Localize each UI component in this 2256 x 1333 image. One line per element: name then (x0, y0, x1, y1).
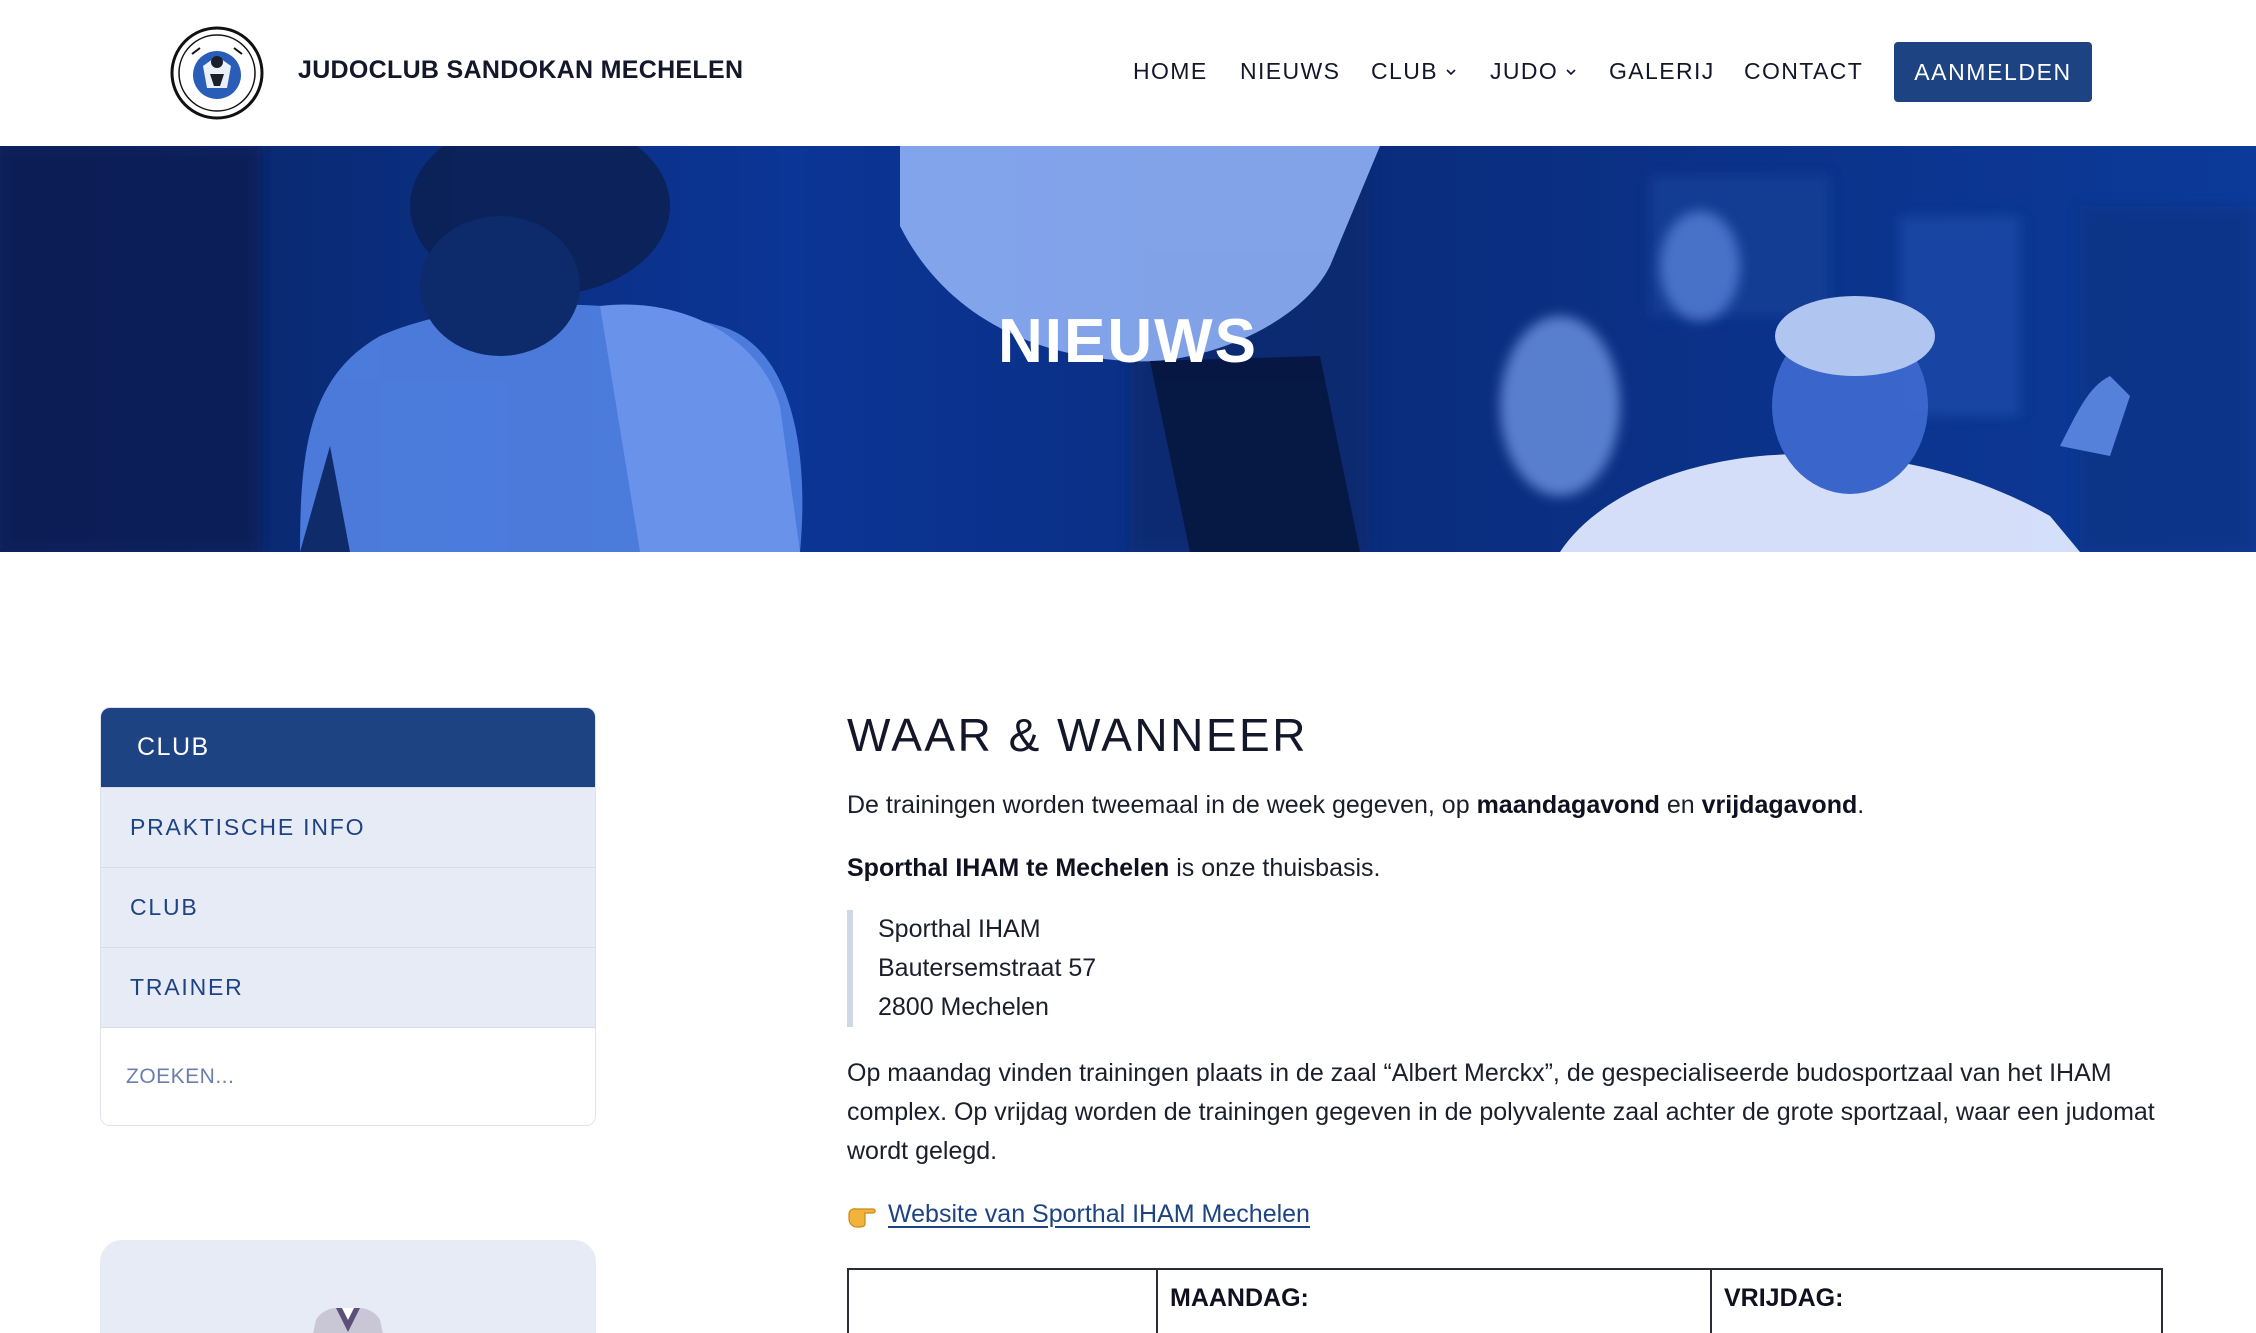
chevron-down-icon (1446, 68, 1456, 75)
site-title[interactable]: JUDOCLUB SANDOKAN MECHELEN (298, 56, 743, 85)
table-header-cell: MAANDAG: (1158, 1270, 1712, 1333)
judogi-icon (313, 1308, 383, 1333)
sidebar-item-label: CLUB (130, 894, 199, 920)
location-name: Sporthal IHAM te Mechelen (847, 854, 1170, 882)
search-box (101, 1027, 595, 1125)
nav-judo[interactable]: JUDO (1490, 58, 1578, 85)
page-title: NIEUWS (998, 306, 1258, 376)
address-line: 2800 Mechelen (878, 993, 1049, 1021)
nav-contact[interactable]: CONTACT (1744, 58, 1863, 85)
table-header-cell: VRIJDAG: (1724, 1284, 1844, 1312)
intro-paragraph: De trainingen worden tweemaal in de week… (847, 786, 1864, 825)
nav-label: GALERIJ (1609, 58, 1715, 84)
sidebar-item-praktische-info[interactable]: PRAKTISCHE INFO (101, 787, 595, 867)
main-content: WAAR & WANNEER De trainingen worden twee… (847, 708, 2163, 1333)
location-text: is onze thuisbasis. (1169, 854, 1381, 882)
sidebar-menu: CLUB PRAKTISCHE INFO CLUB TRAINER (100, 707, 596, 1126)
sidebar-item-club[interactable]: CLUB (101, 867, 595, 947)
sidebar-card (100, 1240, 596, 1333)
nav-label: CONTACT (1744, 58, 1864, 84)
sidebar-item-label: PRAKTISCHE INFO (130, 814, 366, 840)
intro-text: De trainingen worden tweemaal in de week… (847, 791, 1477, 819)
chevron-down-icon (1566, 68, 1576, 75)
sporthal-website-link[interactable]: Website van Sporthal IHAM Mechelen (888, 1195, 1310, 1234)
intro-day-monday: maandagavond (1476, 791, 1660, 819)
section-heading: WAAR & WANNEER (847, 709, 1308, 761)
sidebar-item-label: TRAINER (130, 974, 244, 1000)
location-paragraph: Sporthal IHAM te Mechelen is onze thuisb… (847, 849, 1380, 888)
intro-text: en (1659, 791, 1702, 819)
external-link-row: Website van Sporthal IHAM Mechelen (847, 1195, 1310, 1234)
table-header-cell (849, 1270, 1158, 1333)
pointing-hand-icon (848, 1207, 876, 1228)
intro-day-friday: vrijdagavond (1701, 791, 1858, 819)
search-input[interactable] (126, 1064, 566, 1089)
nav-home[interactable]: HOME (1133, 58, 1208, 85)
intro-text: . (1857, 791, 1865, 819)
sidebar-item-trainer[interactable]: TRAINER (101, 947, 595, 1027)
sidebar-heading: CLUB (101, 708, 595, 787)
address-block: Sporthal IHAM Bautersemstraat 57 2800 Me… (847, 910, 1096, 1027)
club-logo-icon[interactable] (170, 26, 264, 120)
nav-nieuws[interactable]: NIEUWS (1240, 58, 1340, 85)
schedule-table: MAANDAG: VRIJDAG: (847, 1268, 2163, 1333)
nav-label: HOME (1133, 58, 1208, 84)
nav-galerij[interactable]: GALERIJ (1609, 58, 1715, 85)
nav-label: NIEUWS (1240, 58, 1341, 84)
nav-club[interactable]: CLUB (1371, 58, 1458, 85)
nav-label: JUDO (1490, 58, 1559, 84)
address-line: Bautersemstraat 57 (878, 954, 1097, 982)
address-line: Sporthal IHAM (878, 915, 1041, 943)
hero-banner: NIEUWS (0, 146, 2256, 552)
aanmelden-button[interactable]: AANMELDEN (1894, 42, 2092, 102)
site-header: JUDOCLUB SANDOKAN MECHELEN HOME NIEUWS C… (0, 0, 2256, 146)
details-paragraph: Op maandag vinden trainingen plaats in d… (847, 1059, 2155, 1165)
nav-label: CLUB (1371, 58, 1438, 84)
